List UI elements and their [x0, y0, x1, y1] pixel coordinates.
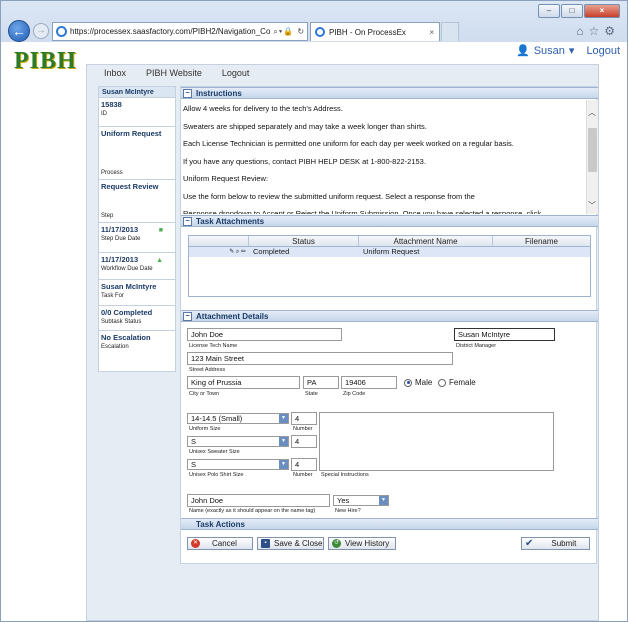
radio-icon[interactable]	[438, 378, 446, 387]
uniform-number-field[interactable]: 4	[291, 412, 317, 425]
cancel-button[interactable]: ✕ Cancel	[187, 537, 253, 550]
info-id: 15838 ID	[99, 98, 175, 127]
instructions-text: Allow 4 weeks for delivery to the tech's…	[183, 104, 542, 214]
collapse-icon[interactable]: −	[183, 311, 192, 321]
instructions-scrollbar[interactable]: ︿ ﹀	[586, 100, 598, 214]
home-icon[interactable]: ⌂	[576, 24, 588, 38]
user-menu: 👤 Susan ▾ Logout	[516, 44, 620, 58]
task-attachments-header[interactable]: − Task Attachments	[181, 215, 598, 227]
col-attachment-name[interactable]: Attachment Name	[359, 236, 493, 246]
history-icon: ↺	[332, 539, 341, 548]
pencil-icon[interactable]: ✏	[241, 249, 246, 255]
back-button[interactable]: ←	[8, 20, 30, 42]
col-filename[interactable]: Filename	[493, 236, 590, 246]
attachment-details-header[interactable]: − Attachment Details	[181, 310, 598, 322]
user-icon: 👤	[516, 45, 530, 57]
name-tag-field[interactable]: John Doe	[187, 494, 330, 507]
zip-field[interactable]: 19406	[341, 376, 397, 389]
address-bar[interactable]: https://processex.saasfactory.com/PIBH2/…	[52, 22, 308, 41]
main-panel: − Instructions Allow 4 weeks for deliver…	[180, 86, 598, 564]
top-nav: Inbox PIBH Website Logout	[104, 68, 249, 78]
new-hire-select[interactable]: Yes ▼	[333, 495, 389, 506]
sweater-size-select[interactable]: S ▼	[187, 436, 289, 447]
dropdown-arrow-icon[interactable]: ▼	[279, 437, 288, 446]
user-name-dropdown[interactable]: Susan	[534, 45, 565, 57]
maximize-button[interactable]: □	[561, 4, 583, 18]
browser-tab[interactable]: PIBH - On ProcessEx ×	[310, 22, 440, 41]
status-square-icon: ■	[158, 227, 163, 234]
checkmark-icon: ✔	[525, 538, 534, 549]
tech-name-field[interactable]: John Doe	[187, 328, 342, 341]
instructions-header[interactable]: − Instructions	[181, 87, 598, 99]
task-info-panel: Susan McIntyre 15838 ID Uniform Request …	[98, 86, 176, 372]
task-actions-header: Task Actions	[181, 518, 598, 530]
cancel-icon: ✕	[191, 539, 200, 548]
submit-button[interactable]: ✔ Submit	[521, 537, 590, 550]
district-manager-field[interactable]: Susan McIntyre	[454, 328, 555, 341]
gender-male-radio[interactable]: Male	[404, 378, 432, 387]
uniform-size-select[interactable]: 14-14.5 (Small) ▼	[187, 413, 289, 424]
gender-female-radio[interactable]: Female	[438, 378, 476, 387]
new-tab-button[interactable]	[441, 22, 459, 41]
row-action-icons[interactable]: ✎ ⌕ ✏	[189, 247, 249, 257]
star-icon[interactable]: ☆	[588, 24, 604, 38]
pibh-logo: PIBH	[14, 48, 77, 74]
city-field[interactable]: King of Prussia	[187, 376, 300, 389]
gear-icon[interactable]: ⚙	[604, 24, 620, 38]
address-tools-icon[interactable]: ⌕▾🔒 ↻	[270, 27, 307, 37]
forward-button[interactable]: →	[33, 23, 49, 39]
tab-ie-icon	[315, 27, 325, 37]
nav-logout[interactable]: Logout	[222, 68, 250, 78]
chevron-down-icon: ▾	[568, 45, 575, 57]
info-escalation: No Escalation Escalation	[101, 333, 151, 350]
search-icon[interactable]: ⌕	[236, 249, 239, 255]
polo-number-field[interactable]: 4	[291, 458, 317, 471]
edit-icon[interactable]: ✎	[229, 249, 234, 255]
tab-title: PIBH - On ProcessEx	[329, 27, 406, 37]
collapse-icon[interactable]: −	[183, 88, 192, 98]
nav-pibh-website[interactable]: PIBH Website	[146, 68, 202, 78]
minimize-button[interactable]: –	[538, 4, 560, 18]
save-close-button[interactable]: ▪ Save & Close	[257, 537, 324, 550]
info-step-due: 11/17/2013 ■ Step Due Date	[99, 223, 175, 253]
attachments-table: Status Attachment Name Filename ✎ ⌕ ✏ Co…	[188, 235, 591, 297]
window-controls: – □ ×	[538, 4, 620, 18]
special-instructions-field[interactable]	[319, 412, 554, 471]
state-field[interactable]: PA	[303, 376, 339, 389]
col-status[interactable]: Status	[249, 236, 359, 246]
panel-user: Susan McIntyre	[99, 87, 175, 98]
view-history-button[interactable]: ↺ View History	[328, 537, 396, 550]
close-window-button[interactable]: ×	[584, 4, 620, 18]
toolbar-icons: ⌂☆⚙	[576, 24, 620, 38]
table-row[interactable]: ✎ ⌕ ✏ Completed Uniform Request	[189, 247, 590, 257]
info-workflow-due: 11/17/2013 ▲ Workflow Due Date	[99, 253, 175, 280]
info-process: Uniform Request Process	[99, 127, 175, 180]
up-triangle-icon: ▲	[156, 257, 163, 264]
dropdown-arrow-icon[interactable]: ▼	[379, 496, 388, 505]
url-text: https://processex.saasfactory.com/PIBH2/…	[70, 27, 271, 36]
table-header: Status Attachment Name Filename	[189, 236, 590, 247]
nav-inbox[interactable]: Inbox	[104, 68, 126, 78]
logout-link[interactable]: Logout	[586, 45, 620, 57]
dropdown-arrow-icon[interactable]: ▼	[279, 414, 288, 423]
street-field[interactable]: 123 Main Street	[187, 352, 453, 365]
scroll-up-icon[interactable]: ︿	[588, 107, 596, 118]
save-icon: ▪	[261, 539, 270, 548]
tab-close-icon[interactable]: ×	[429, 28, 434, 37]
sweater-number-field[interactable]: 4	[291, 435, 317, 448]
ie-icon	[56, 26, 67, 37]
scroll-down-icon[interactable]: ﹀	[588, 200, 596, 211]
info-step: Request Review Step	[99, 180, 175, 223]
info-task-for: Susan McIntyre Task For	[99, 280, 175, 306]
polo-size-select[interactable]: S ▼	[187, 459, 289, 470]
scroll-thumb[interactable]	[588, 128, 597, 172]
radio-selected-icon[interactable]	[404, 378, 412, 387]
info-subtask: 0/0 Completed Subtask Status	[99, 306, 175, 331]
collapse-icon[interactable]: −	[183, 216, 192, 226]
dropdown-arrow-icon[interactable]: ▼	[279, 460, 288, 469]
